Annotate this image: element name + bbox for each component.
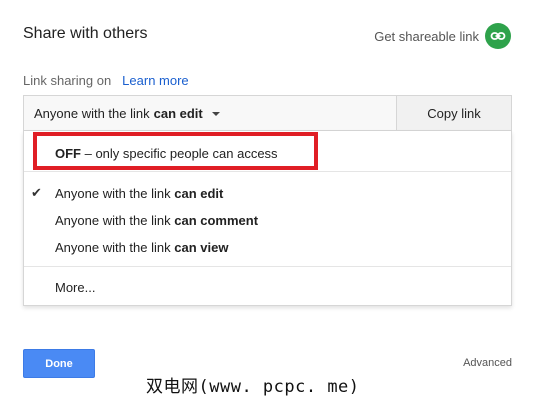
- watermark-text: 双电网(www. pcpc. me): [146, 377, 360, 397]
- option-prefix: Anyone with the link: [55, 240, 171, 255]
- more-label: More...: [55, 280, 96, 295]
- advanced-link[interactable]: Advanced: [463, 357, 512, 369]
- link-icon[interactable]: [485, 23, 511, 49]
- red-highlight-annotation: [33, 132, 318, 170]
- dialog-title: Share with others: [23, 25, 148, 42]
- option-level: can comment: [174, 213, 259, 228]
- menu-divider: [24, 171, 511, 172]
- chain-link-icon: [490, 32, 506, 40]
- access-select-bar: Anyone with the link can edit Copy link: [23, 95, 512, 131]
- checkmark-icon: ✔: [31, 185, 42, 200]
- link-sharing-status: Link sharing on Learn more: [23, 73, 189, 88]
- menu-item-label: Anyone with the link can edit: [55, 186, 223, 201]
- option-prefix: Anyone with the link: [55, 186, 171, 201]
- link-sharing-status-text: Link sharing on: [23, 73, 112, 88]
- menu-divider: [24, 266, 511, 267]
- access-prefix: Anyone with the link: [34, 105, 150, 121]
- option-level: can view: [174, 240, 229, 255]
- option-level: can edit: [174, 186, 224, 201]
- option-prefix: Anyone with the link: [55, 213, 171, 228]
- menu-item-label: Anyone with the link can comment: [55, 213, 258, 228]
- done-button[interactable]: Done: [23, 349, 95, 378]
- caret-down-icon: [211, 112, 220, 116]
- menu-item-can-view[interactable]: Anyone with the link can view: [24, 240, 511, 256]
- access-level-dropdown[interactable]: Anyone with the link can edit: [24, 96, 396, 130]
- menu-item-can-edit[interactable]: ✔ Anyone with the link can edit: [24, 185, 511, 202]
- get-shareable-link-button[interactable]: Get shareable link: [374, 23, 511, 49]
- menu-item-can-comment[interactable]: Anyone with the link can comment: [24, 213, 511, 229]
- learn-more-link[interactable]: Learn more: [122, 73, 188, 88]
- copy-link-button[interactable]: Copy link: [396, 96, 511, 130]
- menu-item-label: Anyone with the link can view: [55, 240, 228, 255]
- menu-item-more[interactable]: More...: [24, 280, 511, 296]
- access-selected-value: can edit: [153, 105, 203, 121]
- shareable-link-label: Get shareable link: [374, 28, 479, 44]
